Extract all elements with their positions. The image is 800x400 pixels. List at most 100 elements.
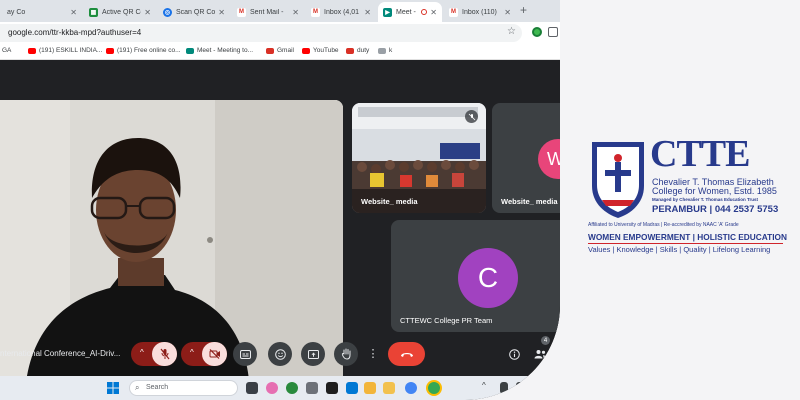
hand-icon bbox=[341, 348, 350, 360]
meet-icon: ▶ bbox=[383, 7, 392, 17]
meet-stage: Website_ media W Website_ media C CTTEWC… bbox=[0, 60, 560, 393]
close-icon[interactable]: ✕ bbox=[504, 8, 511, 17]
bookmark-star-icon[interactable]: ☆ bbox=[507, 26, 516, 37]
bookmark-item[interactable]: k bbox=[378, 47, 392, 54]
participant-name: Website_ media bbox=[361, 197, 418, 206]
college-name-line2: College for Women, Estd. 1985 bbox=[652, 186, 777, 196]
close-icon[interactable]: ✕ bbox=[70, 8, 77, 17]
more-options-button[interactable]: ⋮ bbox=[365, 342, 381, 366]
captions-button[interactable] bbox=[233, 342, 257, 366]
app-icon[interactable] bbox=[326, 382, 338, 394]
gmail-icon bbox=[266, 47, 274, 54]
managed-by: Managed by Chevalier T. Thomas Education… bbox=[652, 197, 759, 202]
taskbar-search[interactable]: ⌕ Search bbox=[129, 380, 238, 396]
camera-off-button[interactable] bbox=[202, 342, 227, 366]
people-button[interactable]: 4 bbox=[530, 336, 550, 366]
close-icon[interactable]: ✕ bbox=[430, 8, 437, 17]
windows-start-icon[interactable] bbox=[107, 382, 119, 394]
participant-tile[interactable]: C CTTEWC College PR Team bbox=[391, 220, 560, 332]
tab-title: Inbox (4,01 bbox=[324, 8, 360, 16]
browser-tab[interactable]: M Inbox (110) ✕ bbox=[444, 2, 516, 22]
bookmark-item[interactable]: GA bbox=[2, 47, 11, 54]
bookmark-item[interactable]: YouTube bbox=[302, 47, 339, 54]
muted-icon bbox=[465, 110, 478, 123]
windows-taskbar: ⌕ Search ^ bbox=[0, 376, 560, 400]
meeting-info-button[interactable] bbox=[505, 342, 523, 366]
new-tab-icon[interactable]: + bbox=[520, 3, 527, 17]
hang-up-icon bbox=[400, 352, 413, 357]
bookmark-item[interactable]: (191) Free online co... bbox=[106, 47, 181, 54]
bookmark-item[interactable]: Meet - Meeting to... bbox=[186, 47, 253, 54]
close-icon[interactable]: ✕ bbox=[292, 8, 299, 17]
affiliation: Affiliated to University of Madras | Re-… bbox=[588, 222, 739, 228]
camera-off-icon bbox=[209, 349, 220, 359]
browser-tab[interactable]: M Inbox (4,01 ✕ bbox=[306, 2, 376, 22]
participant-tile[interactable]: W Website_ media bbox=[492, 103, 560, 213]
raise-hand-button[interactable] bbox=[334, 342, 358, 366]
values-line: Values | Knowledge | Skills | Quality | … bbox=[588, 245, 771, 254]
bookmark-label: duty bbox=[357, 47, 370, 54]
app-icon[interactable] bbox=[346, 382, 358, 394]
tab-title: Scan QR Co bbox=[176, 8, 216, 16]
close-icon[interactable]: ✕ bbox=[144, 8, 151, 17]
copy-icon[interactable] bbox=[548, 27, 558, 37]
url-bar[interactable]: google.com/ttr-kkba-mpd?authuser=4 bbox=[0, 24, 522, 42]
brand-wordmark: CTTE bbox=[650, 133, 750, 175]
copilot-icon[interactable] bbox=[266, 382, 278, 394]
recording-icon bbox=[421, 9, 428, 15]
app-icon[interactable] bbox=[306, 382, 318, 394]
end-call-button[interactable] bbox=[388, 342, 425, 366]
mic-off-icon bbox=[160, 348, 169, 360]
gmail-icon: M bbox=[449, 7, 458, 17]
app-icon[interactable] bbox=[364, 382, 376, 394]
address-row: google.com/ttr-kkba-mpd?authuser=4 ☆ bbox=[0, 22, 560, 44]
search-placeholder: Search bbox=[146, 384, 169, 391]
extension-icon[interactable] bbox=[532, 27, 542, 37]
browser-tab-active[interactable]: ▶ Meet - k ✕ bbox=[378, 2, 442, 22]
meeting-title: nternational Conference_AI-Driv... bbox=[0, 349, 121, 358]
emoji-icon bbox=[274, 348, 286, 360]
present-button[interactable] bbox=[301, 342, 325, 366]
tab-title: Meet - k bbox=[396, 8, 418, 16]
bookmark-item[interactable]: Gmail bbox=[266, 47, 294, 54]
bookmark-icon bbox=[378, 47, 386, 54]
chevron-up-icon[interactable]: ^ bbox=[482, 381, 486, 390]
location-phone: PERAMBUR | 044 2537 5753 bbox=[652, 204, 779, 215]
browser-tab[interactable]: ▦ Active QR Co ✕ bbox=[84, 2, 156, 22]
close-icon[interactable]: ✕ bbox=[364, 8, 371, 17]
chrome-icon[interactable] bbox=[428, 382, 440, 394]
gmail-icon bbox=[346, 47, 354, 54]
reactions-button[interactable] bbox=[268, 342, 292, 366]
participant-name: CTTEWC College PR Team bbox=[400, 316, 493, 325]
search-icon: ⌕ bbox=[135, 383, 140, 392]
gmail-icon: M bbox=[311, 7, 320, 17]
chrome-icon[interactable] bbox=[405, 382, 417, 394]
mic-control: ^ bbox=[131, 342, 177, 366]
close-icon[interactable]: ✕ bbox=[218, 8, 225, 17]
avatar: C bbox=[458, 248, 518, 308]
edge-icon[interactable] bbox=[286, 382, 298, 394]
bookmark-label: (191) Free online co... bbox=[117, 47, 181, 54]
browser-tab[interactable]: ay Co ✕ bbox=[2, 2, 82, 22]
banner: ay Co ✕ ▦ Active QR Co ✕ ◎ Scan QR Co ✕ … bbox=[0, 0, 800, 400]
youtube-icon bbox=[302, 47, 310, 54]
task-view-icon[interactable] bbox=[246, 382, 258, 394]
file-explorer-icon[interactable] bbox=[383, 382, 395, 394]
browser-tab[interactable]: ◎ Scan QR Co ✕ bbox=[158, 2, 230, 22]
info-icon bbox=[508, 348, 520, 360]
browser-tab[interactable]: M Sent Mail - ✕ bbox=[232, 2, 304, 22]
youtube-icon bbox=[106, 47, 114, 54]
bookmark-item[interactable]: duty bbox=[346, 47, 369, 54]
mic-off-button[interactable] bbox=[152, 342, 177, 366]
volume-icon[interactable] bbox=[516, 382, 524, 394]
chevron-up-icon[interactable]: ^ bbox=[140, 348, 144, 357]
gmail-icon: M bbox=[237, 7, 246, 17]
bookmark-item[interactable]: (191) ESKILL INDIA... bbox=[28, 47, 102, 54]
college-logo: CTTE CTTE Chevalier T. Thomas Elizabeth … bbox=[588, 133, 788, 258]
network-icon[interactable] bbox=[500, 382, 508, 394]
meet-screenshot: ay Co ✕ ▦ Active QR Co ✕ ◎ Scan QR Co ✕ … bbox=[0, 0, 560, 400]
qr-icon: ▦ bbox=[89, 7, 98, 17]
participant-tile[interactable]: Website_ media bbox=[352, 103, 486, 213]
tab-title: ay Co bbox=[7, 8, 26, 16]
chevron-up-icon[interactable]: ^ bbox=[190, 348, 194, 357]
